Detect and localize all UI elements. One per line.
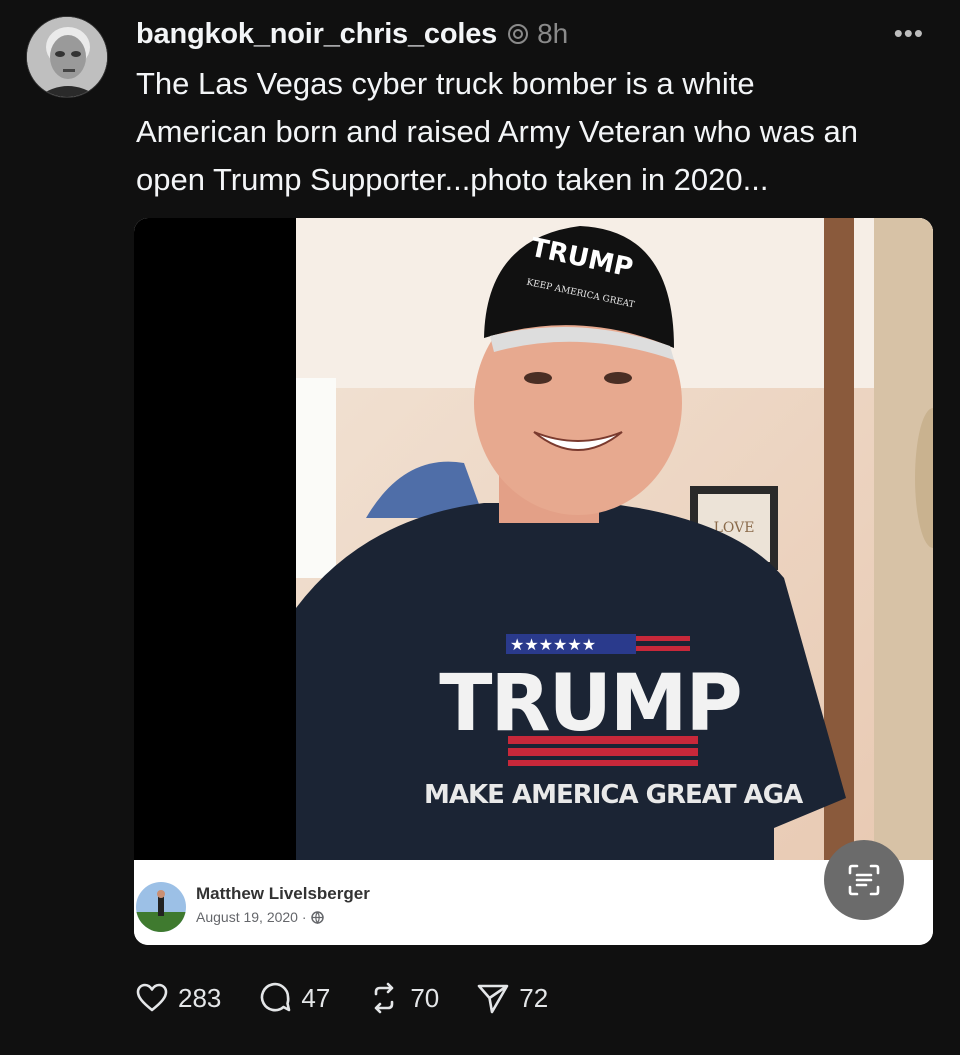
svg-text:★★★★★★: ★★★★★★: [510, 635, 596, 654]
fb-date-text: August 19, 2020 ·: [196, 909, 307, 925]
avatar-image: [27, 17, 107, 97]
repost-icon: [375, 982, 394, 1014]
shirt-slogan-text: MAKE AMERICA GREAT AGA: [424, 780, 803, 810]
reply-button[interactable]: 47: [257, 980, 330, 1016]
threads-badge-icon: [507, 23, 529, 45]
fb-post-date: August 19, 2020 ·: [196, 909, 324, 925]
text-scan-button[interactable]: [824, 840, 904, 920]
reply-count: 47: [301, 982, 331, 1013]
fb-author-name: Matthew Livelsberger: [196, 884, 370, 903]
fb-author-avatar: [136, 882, 186, 932]
more-options-button[interactable]: •••: [894, 18, 924, 49]
repost-count: 70: [410, 982, 440, 1013]
comment-icon: [261, 982, 291, 1012]
send-icon: [477, 984, 509, 1014]
photo-content: LOVE TRUMP KEEP AMERICA GREAT ★★★★★★ TRU…: [134, 218, 933, 860]
post-image[interactable]: LOVE TRUMP KEEP AMERICA GREAT ★★★★★★ TRU…: [134, 218, 933, 945]
post-time: 8h: [537, 18, 569, 49]
facebook-post-footer: Matthew Livelsberger August 19, 2020 ·: [134, 860, 933, 945]
heart-icon: [136, 983, 168, 1012]
post-caption: The Las Vegas cyber truck bomber is a wh…: [136, 66, 858, 197]
share-count: 72: [519, 982, 549, 1013]
share-button[interactable]: 72: [475, 980, 548, 1016]
username[interactable]: bangkok_noir_chris_coles: [136, 18, 497, 51]
repost-button[interactable]: 70: [366, 980, 439, 1016]
like-button[interactable]: 283: [134, 980, 221, 1016]
post-actions: 283 47 70 72: [134, 978, 584, 1018]
post-header: bangkok_noir_chris_coles 8h •••: [136, 14, 936, 54]
like-count: 283: [178, 982, 222, 1013]
author-avatar[interactable]: [26, 16, 108, 98]
shirt-trump-text: TRUMP: [439, 659, 740, 749]
text-scan-icon: [848, 864, 880, 896]
globe-icon: [310, 910, 324, 924]
threads-post: bangkok_noir_chris_coles 8h ••• The Las …: [0, 0, 960, 1055]
